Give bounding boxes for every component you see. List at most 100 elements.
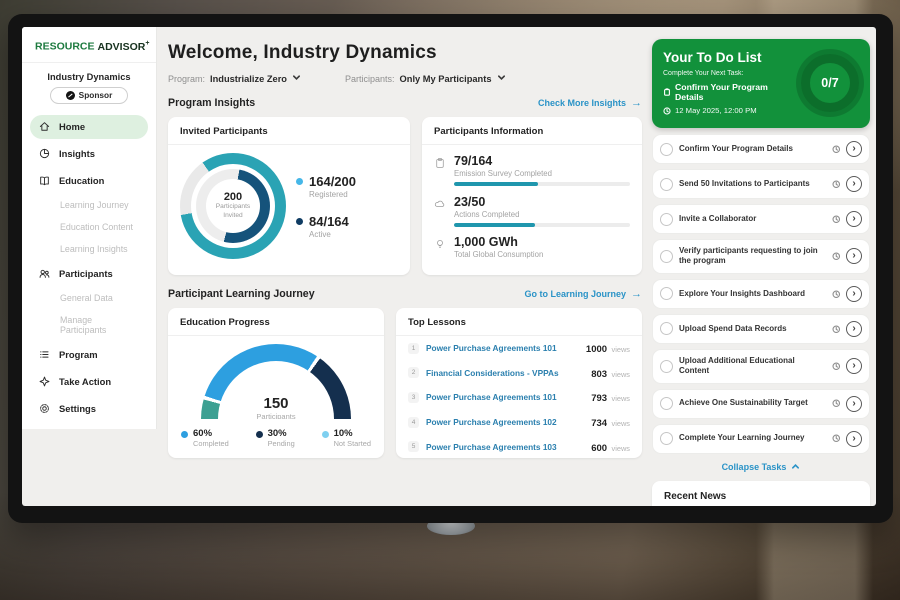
todo-panel: Your To Do List Complete Your Next Task:… [652, 39, 870, 506]
legend-dot [296, 218, 303, 225]
home-icon [38, 120, 51, 133]
sidebar-item-label: Take Action [59, 376, 111, 387]
next-task: Confirm Your Program Details [663, 82, 795, 102]
check-more-insights-link[interactable]: Check More Insights → [538, 98, 642, 109]
lesson-rank: 1 [408, 343, 419, 354]
lesson-link[interactable]: Power Purchase Agreements 101 [426, 392, 584, 402]
sidebar-item-participants[interactable]: Participants [30, 262, 148, 286]
sidebar-item-take-action[interactable]: Take Action [30, 370, 148, 394]
sidebar-item-learning-insights[interactable]: Learning Insights [30, 240, 148, 259]
task-label: Achieve One Sustainability Target [679, 398, 826, 408]
task-open-button[interactable]: › [846, 211, 862, 227]
todo-task-row: Upload Additional Educational Content› [652, 349, 870, 384]
monitor-bezel: RESOURCEADVISOR+ Industry Dynamics Spons… [8, 14, 893, 523]
sidebar-item-settings[interactable]: Settings [30, 397, 148, 421]
lesson-views: 734 views [591, 413, 630, 431]
due-date: 12 May 2025, 12:00 PM [663, 106, 795, 115]
task-label: Complete Your Learning Journey [679, 433, 826, 443]
invited-donut-chart: 200 Participants Invited [180, 153, 286, 259]
recent-news-card: Recent News [652, 481, 870, 506]
lesson-row: 5Power Purchase Agreements 103600 views [396, 434, 642, 459]
lesson-rank: 2 [408, 367, 419, 378]
todo-task-row: Complete Your Learning Journey › [652, 424, 870, 454]
lesson-row: 4Power Purchase Agreements 102734 views [396, 410, 642, 435]
lesson-row: 3Power Purchase Agreements 101793 views [396, 385, 642, 410]
task-checkbox[interactable] [660, 397, 673, 410]
task-open-button[interactable]: › [846, 396, 862, 412]
clipboard-icon [434, 157, 446, 186]
task-checkbox[interactable] [660, 213, 673, 226]
legend-dot [296, 178, 303, 185]
task-open-button[interactable]: › [846, 248, 862, 264]
sidebar-item-label: Insights [59, 148, 95, 159]
lesson-link[interactable]: Financial Considerations - VPPAs [426, 368, 584, 378]
sidebar-item-label: Manage Participants [60, 315, 140, 335]
lesson-link[interactable]: Power Purchase Agreements 101 [426, 343, 579, 353]
sidebar-item-education-content[interactable]: Education Content [30, 218, 148, 237]
task-checkbox[interactable] [660, 178, 673, 191]
task-open-button[interactable]: › [846, 176, 862, 192]
settings-icon [38, 402, 51, 415]
sidebar-item-label: Education Content [60, 222, 133, 232]
go-to-learning-journey-link[interactable]: Go to Learning Journey → [524, 289, 642, 300]
org-name: Industry Dynamics [22, 72, 156, 82]
sidebar-item-learning-journey[interactable]: Learning Journey [30, 196, 148, 215]
invited-participants-card: Invited Participants 200 Participants In… [168, 117, 410, 275]
bulb-icon [434, 238, 446, 263]
gauge-legend: 60%Completed 30%Pending 10%Not Started [168, 419, 384, 448]
sidebar-item-program[interactable]: Program [30, 343, 148, 367]
donut-legend: 164/200Registered 84/164Active [296, 174, 356, 239]
sidebar-item-manage-participants[interactable]: Manage Participants [30, 311, 148, 340]
lesson-views: 1000 views [586, 339, 630, 357]
task-open-button[interactable]: › [846, 431, 862, 447]
chevron-up-icon [791, 462, 800, 471]
todo-header: Your To Do List Complete Your Next Task:… [652, 39, 870, 128]
task-open-button[interactable]: › [846, 321, 862, 337]
clock-icon [832, 434, 841, 443]
task-label: Confirm Your Program Details [679, 144, 826, 154]
sidebar-item-home[interactable]: Home [30, 115, 148, 139]
todo-task-row: Verify participants requesting to join t… [652, 239, 870, 274]
participants-filter[interactable]: Participants: Only My Participants [345, 73, 506, 84]
lesson-link[interactable]: Power Purchase Agreements 103 [426, 442, 584, 452]
clock-icon [832, 145, 841, 154]
legend-dot [256, 431, 263, 438]
lesson-link[interactable]: Power Purchase Agreements 102 [426, 417, 584, 427]
page-title: Welcome, Industry Dynamics [168, 42, 642, 64]
task-checkbox[interactable] [660, 322, 673, 335]
stat-emission-survey: 79/164 Emission Survey Completed [434, 154, 630, 186]
clock-icon [832, 362, 841, 371]
sidebar-item-general-data[interactable]: General Data [30, 289, 148, 308]
participants-information-card: Participants Information 79/164 Emission… [422, 117, 642, 275]
task-open-button[interactable]: › [846, 141, 862, 157]
task-checkbox[interactable] [660, 143, 673, 156]
task-checkbox[interactable] [660, 360, 673, 373]
stat-consumption: 1,000 GWh Total Global Consumption [434, 235, 630, 263]
take-action-icon [38, 375, 51, 388]
task-open-button[interactable]: › [846, 286, 862, 302]
task-checkbox[interactable] [660, 250, 673, 263]
learning-journey-title: Participant Learning Journey [168, 288, 315, 300]
todo-progress-ring: 0/7 [801, 54, 859, 112]
task-checkbox[interactable] [660, 432, 673, 445]
program-filter[interactable]: Program: Industrialize Zero [168, 73, 301, 84]
todo-task-list: Confirm Your Program Details›Send 50 Inv… [652, 134, 870, 454]
program-icon [38, 348, 51, 361]
collapse-tasks-link[interactable]: Collapse Tasks [652, 462, 870, 472]
lesson-views: 600 views [591, 438, 630, 456]
todo-task-row: Upload Spend Data Records › [652, 314, 870, 344]
task-open-button[interactable]: › [846, 358, 862, 374]
sidebar-item-insights[interactable]: Insights [30, 142, 148, 166]
sidebar-item-label: Home [59, 121, 85, 132]
task-label: Invite a Collaborator [679, 214, 826, 224]
sidebar-item-education[interactable]: Education [30, 169, 148, 193]
clock-icon [832, 399, 841, 408]
task-checkbox[interactable] [660, 287, 673, 300]
sponsor-badge[interactable]: Sponsor [50, 87, 128, 104]
education-gauge-chart: 150 Participants [201, 344, 351, 419]
clock-icon [663, 107, 671, 115]
task-label: Upload Spend Data Records [679, 324, 826, 334]
lesson-row: 2Financial Considerations - VPPAs803 vie… [396, 361, 642, 386]
sidebar-item-label: General Data [60, 293, 113, 303]
main-content: Welcome, Industry Dynamics Program: Indu… [168, 27, 642, 458]
